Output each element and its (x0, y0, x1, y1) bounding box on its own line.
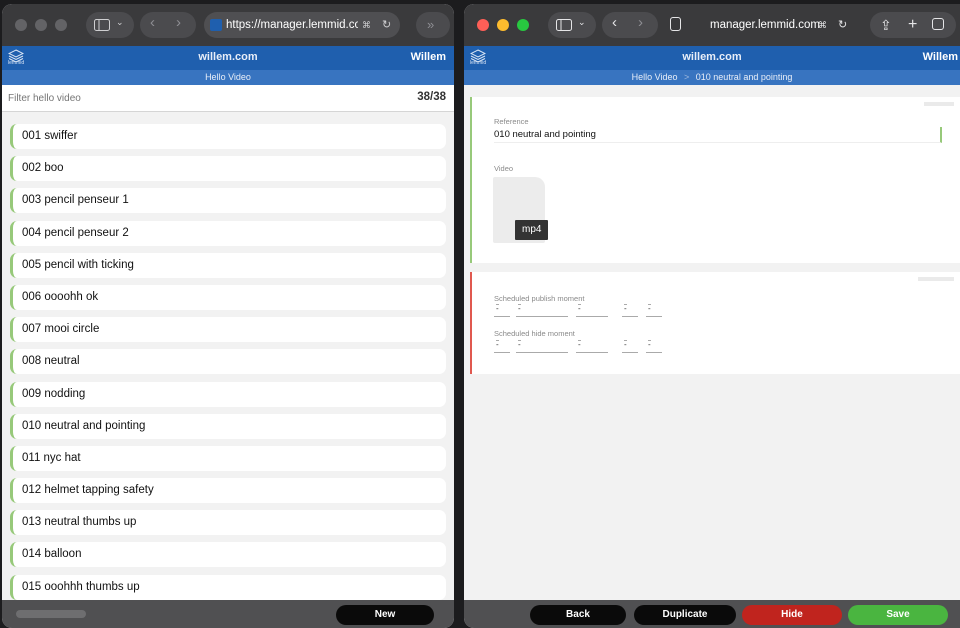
right-bottom-bar: Back Duplicate Hide Save (464, 600, 960, 628)
minimize-window-button[interactable] (35, 19, 47, 31)
history-nav: ‹ › (602, 12, 658, 38)
list-item[interactable]: 006 oooohh ok (10, 284, 446, 310)
share-icon[interactable]: ⇪ (880, 12, 892, 38)
list-item[interactable]: 010 neutral and pointing (10, 413, 446, 439)
hide-label: Scheduled hide moment (494, 329, 575, 338)
reference-input[interactable] (494, 127, 942, 143)
chevron-down-icon: ⌄ (578, 17, 586, 27)
hide-button[interactable]: Hide (742, 605, 842, 625)
status-text (16, 610, 86, 618)
right-title-bar: ⌄ ‹ › manager.lemmid.com ⌘ ↻ ⇪ + (464, 4, 960, 46)
list-item[interactable]: 014 balloon (10, 542, 446, 568)
list-item[interactable]: 005 pencil with ticking (10, 252, 446, 278)
back-arrow-icon[interactable]: ‹ (150, 14, 155, 31)
card-tag (918, 277, 954, 281)
breadcrumb-section[interactable]: Hello Video (205, 72, 251, 82)
back-button[interactable]: Back (530, 605, 626, 625)
user-name[interactable]: Willem (923, 51, 958, 63)
close-window-button[interactable] (477, 19, 489, 31)
address-text: https://manager.lemmid.com (226, 19, 358, 31)
left-breadcrumb: Hello Video (2, 70, 454, 85)
tabs-icon[interactable] (932, 18, 944, 30)
breadcrumb-section[interactable]: Hello Video (632, 72, 678, 82)
breadcrumb-current: 010 neutral and pointing (695, 72, 793, 82)
filter-input[interactable] (8, 90, 348, 107)
content-card: Reference Video mp4 (470, 97, 960, 263)
video-list: 001 swiffer 002 boo 003 pencil penseur 1 00… (10, 124, 446, 607)
publish-label: Scheduled publish moment (494, 294, 585, 303)
history-nav: ‹ › (140, 12, 196, 38)
more-toolbar-button[interactable]: » (416, 12, 450, 38)
double-chevron-right-icon: » (427, 17, 435, 32)
filter-bar: 38/38 (2, 85, 454, 112)
sidebar-icon (94, 19, 110, 31)
left-address-bar[interactable]: https://manager.lemmid.com ⌘ ↻ (204, 12, 400, 38)
new-tab-plus-icon[interactable]: + (908, 12, 917, 38)
breadcrumb-separator: > (684, 72, 690, 82)
left-bottom-bar: New (2, 600, 454, 628)
close-window-button[interactable] (15, 19, 27, 31)
duplicate-button[interactable]: Duplicate (634, 605, 736, 625)
reference-label: Reference (494, 117, 529, 126)
site-title: willem.com (682, 51, 742, 63)
save-button[interactable]: Save (848, 605, 948, 625)
new-button[interactable]: New (336, 605, 434, 625)
left-site-header: lemmid willem.com Willem (2, 46, 454, 70)
card-tag (924, 102, 954, 106)
site-title: willem.com (198, 51, 258, 63)
site-favicon-icon (210, 19, 222, 31)
result-count: 38/38 (417, 91, 446, 103)
list-item[interactable]: 013 neutral thumbs up (10, 510, 446, 536)
chevron-down-icon: ⌄ (116, 17, 124, 27)
sidebar-toggle-button[interactable]: ⌄ (548, 12, 596, 38)
list-item[interactable]: 002 boo (10, 156, 446, 182)
reload-icon[interactable]: ↻ (838, 12, 847, 38)
list-item[interactable]: 008 neutral (10, 349, 446, 375)
right-breadcrumb: Hello Video > 010 neutral and pointing (464, 70, 960, 85)
sidebar-icon (556, 19, 572, 31)
video-label: Video (494, 164, 514, 173)
schedule-card: Scheduled publish moment - - - - - Sched… (470, 272, 960, 374)
address-text: manager.lemmid.com (710, 19, 820, 31)
back-arrow-icon[interactable]: ‹ (612, 14, 617, 31)
list-item[interactable]: 009 nodding (10, 381, 446, 407)
tab-overview-icon[interactable] (670, 17, 681, 31)
list-item[interactable]: 012 helmet tapping safety (10, 478, 446, 504)
video-file-badge: mp4 (515, 220, 549, 240)
translate-icon[interactable]: ⌘ (362, 12, 371, 38)
list-item[interactable]: 004 pencil penseur 2 (10, 220, 446, 246)
minimize-window-button[interactable] (497, 19, 509, 31)
left-browser-window: ⌄ ‹ › https://manager.lemmid.com ⌘ ↻ » l… (2, 4, 454, 628)
forward-arrow-icon[interactable]: › (638, 14, 643, 31)
list-item[interactable]: 007 mooi circle (10, 317, 446, 343)
right-site-header: lemmid willem.com Willem (464, 46, 960, 70)
zoom-window-button[interactable] (517, 19, 529, 31)
list-item[interactable]: 003 pencil penseur 1 (10, 188, 446, 214)
left-title-bar: ⌄ ‹ › https://manager.lemmid.com ⌘ ↻ » (2, 4, 454, 46)
right-toolbar-actions: ⇪ + (870, 12, 956, 38)
user-name[interactable]: Willem (411, 51, 446, 63)
forward-arrow-icon[interactable]: › (176, 14, 181, 31)
zoom-window-button[interactable] (55, 19, 67, 31)
right-address-bar[interactable]: manager.lemmid.com ⌘ ↻ (694, 12, 856, 38)
list-item[interactable]: 011 nyc hat (10, 445, 446, 471)
reload-icon[interactable]: ↻ (382, 12, 391, 38)
right-browser-window: ⌄ ‹ › manager.lemmid.com ⌘ ↻ ⇪ + lemmid … (464, 4, 960, 628)
translate-icon[interactable]: ⌘ (818, 12, 827, 38)
sidebar-toggle-button[interactable]: ⌄ (86, 12, 134, 38)
list-item[interactable]: 015 ooohhh thumbs up (10, 574, 446, 600)
list-item[interactable]: 001 swiffer (10, 124, 446, 149)
